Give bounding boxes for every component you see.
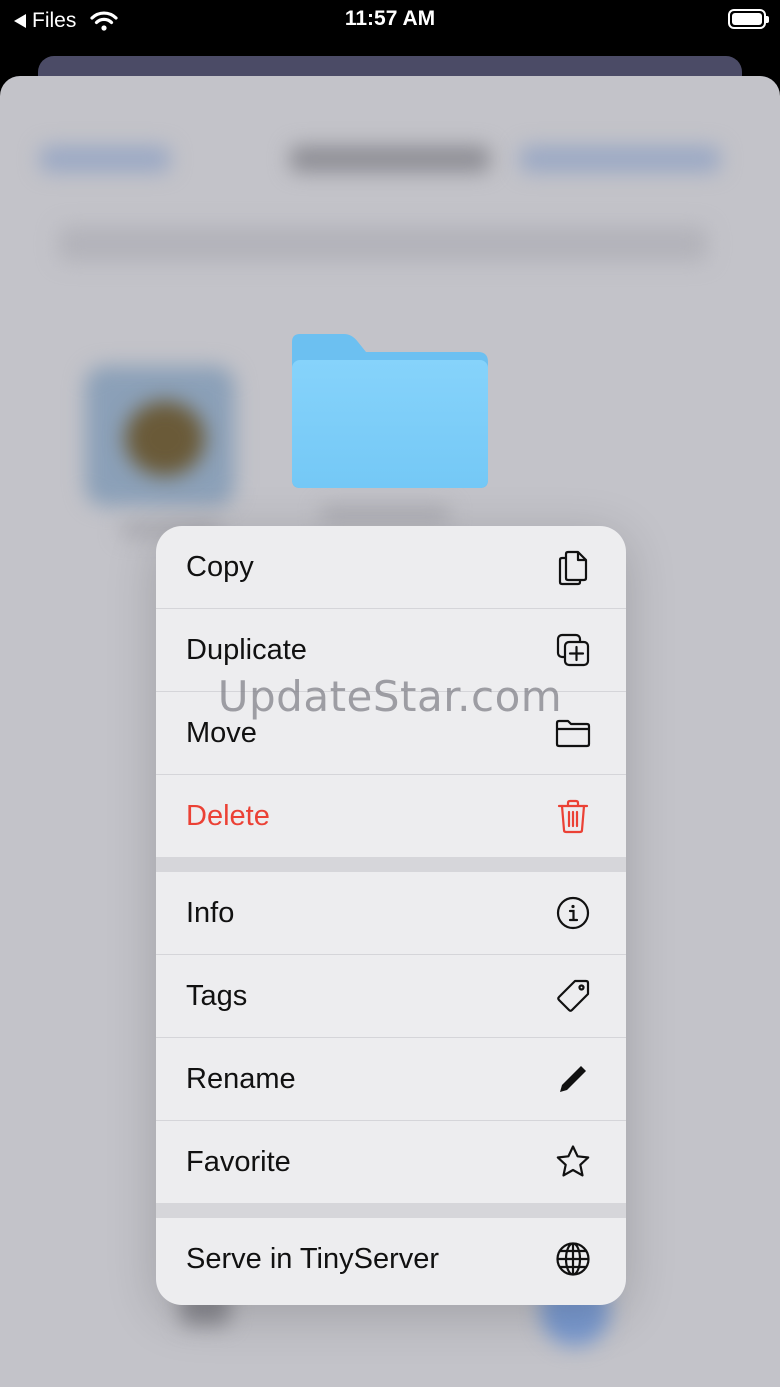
menu-item-favorite[interactable]: Favorite xyxy=(156,1121,626,1203)
menu-group-separator xyxy=(156,1203,626,1218)
menu-item-label: Favorite xyxy=(186,1145,291,1178)
menu-item-label: Copy xyxy=(186,550,254,583)
duplicate-icon xyxy=(554,631,592,669)
blurred-nav-actions xyxy=(520,146,720,172)
status-bar: Files 11:57 AM xyxy=(0,0,780,42)
menu-item-rename[interactable]: Rename xyxy=(156,1038,626,1121)
menu-group-separator xyxy=(156,857,626,872)
battery-icon xyxy=(728,9,769,29)
selected-folder-icon xyxy=(292,334,488,488)
status-time: 11:57 AM xyxy=(344,7,436,30)
blurred-nav-back xyxy=(40,146,170,172)
info-icon xyxy=(554,894,592,932)
menu-item-copy[interactable]: Copy xyxy=(156,526,626,609)
globe-icon xyxy=(554,1240,592,1278)
menu-item-info[interactable]: Info xyxy=(156,872,626,955)
menu-item-label: Info xyxy=(186,896,235,929)
blurred-thumbnail-detail xyxy=(125,401,205,476)
star-icon xyxy=(554,1143,592,1181)
menu-item-label: Serve in TinyServer xyxy=(186,1242,440,1275)
copy-icon xyxy=(554,548,592,586)
tag-icon xyxy=(554,977,592,1015)
menu-item-label: Delete xyxy=(186,799,270,832)
pencil-icon xyxy=(554,1060,592,1098)
trash-icon xyxy=(554,797,592,835)
blurred-title xyxy=(290,146,490,172)
menu-item-delete[interactable]: Delete xyxy=(156,775,626,857)
watermark-text: UpdateStar.com xyxy=(217,672,563,721)
menu-item-serve-in-tinyserver[interactable]: Serve in TinyServer xyxy=(156,1218,626,1300)
menu-item-label: Tags xyxy=(186,979,248,1012)
menu-item-tags[interactable]: Tags xyxy=(156,955,626,1038)
menu-item-label: Duplicate xyxy=(186,633,307,666)
context-menu: Copy Duplicate Move Delete Info Tags Rename Fav… xyxy=(156,526,626,1305)
blurred-search-bar xyxy=(58,226,708,262)
menu-item-label: Rename xyxy=(186,1062,296,1095)
menu-item-label: Move xyxy=(186,716,257,749)
blurred-folder-label xyxy=(320,506,450,522)
